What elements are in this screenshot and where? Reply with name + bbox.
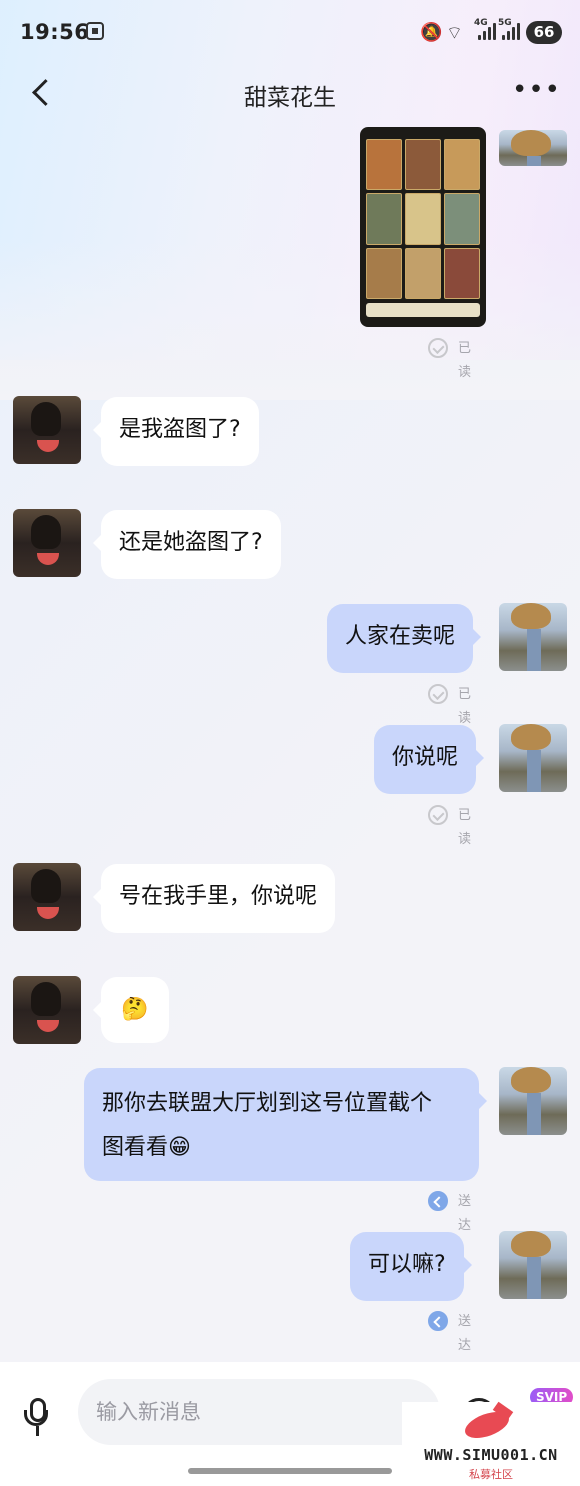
microphone-icon[interactable]	[22, 1398, 56, 1438]
thumbnail-toolbar	[366, 303, 480, 317]
game-screenshot-thumbnail	[366, 139, 480, 299]
site-watermark: WWW.SIMU001.CN 私募社区	[402, 1402, 580, 1486]
message-text: 是我盗图了?	[119, 417, 241, 442]
outgoing-message-bubble[interactable]: 你说呢	[374, 725, 485, 794]
message-input[interactable]: 输入新消息	[78, 1379, 440, 1445]
screen-scan-icon	[86, 22, 104, 40]
home-indicator[interactable]	[188, 1468, 392, 1474]
signal-5g-icon	[500, 22, 524, 40]
contact-avatar[interactable]	[13, 396, 81, 464]
watermark-caption: 私募社区	[469, 1468, 513, 1481]
more-options-icon[interactable]: •••	[512, 77, 560, 104]
signal-4g-icon	[476, 22, 500, 40]
chat-title: 甜菜花生	[244, 85, 336, 111]
gradient-fade	[0, 240, 580, 400]
read-check-icon	[428, 338, 448, 358]
my-avatar[interactable]	[499, 603, 567, 671]
message-text: 还是她盗图了?	[119, 530, 263, 555]
my-avatar[interactable]	[499, 1231, 567, 1299]
watermark-logo-icon	[464, 1406, 516, 1442]
message-text-line: 那你去联盟大厅划到这号位置截个	[102, 1091, 433, 1116]
contact-avatar[interactable]	[13, 976, 81, 1044]
wifi-icon: ⌔	[446, 23, 463, 44]
message-text-line: 图看看😁	[102, 1135, 191, 1160]
message-text: 人家在卖呢	[345, 624, 456, 649]
outgoing-message-bubble[interactable]: 人家在卖呢	[327, 604, 482, 673]
image-message[interactable]	[360, 127, 486, 327]
message-text: 你说呢	[392, 745, 459, 770]
incoming-message-bubble[interactable]: 号在我手里，你说呢	[92, 864, 336, 933]
contact-avatar[interactable]	[13, 509, 81, 577]
delivered-icon	[428, 1191, 448, 1211]
status-time: 19:56	[20, 20, 90, 44]
delivered-icon	[428, 1311, 448, 1331]
mute-icon: 🔕	[420, 22, 443, 43]
my-avatar[interactable]	[499, 724, 567, 792]
my-avatar[interactable]	[499, 130, 567, 166]
watermark-url: WWW.SIMU001.CN	[424, 1446, 558, 1464]
incoming-emoji-bubble[interactable]: 🤔	[93, 977, 169, 1043]
my-avatar[interactable]	[499, 1067, 567, 1135]
chat-header: 甜菜花生 •••	[0, 66, 580, 120]
message-text: 可以嘛?	[368, 1252, 446, 1277]
battery-level: 66	[526, 21, 562, 44]
outgoing-message-bubble[interactable]: 那你去联盟大厅划到这号位置截个 图看看😁	[84, 1068, 487, 1181]
read-check-icon	[428, 684, 448, 704]
message-text: 号在我手里，你说呢	[119, 884, 318, 909]
read-check-icon	[428, 805, 448, 825]
outgoing-message-bubble[interactable]: 可以嘛?	[350, 1232, 472, 1301]
incoming-message-bubble[interactable]: 还是她盗图了?	[93, 510, 281, 579]
status-bar: 19:56 🔕 ⌔ 4G 5G 66	[0, 0, 580, 66]
thinking-emoji-icon: 🤔	[121, 997, 149, 1022]
incoming-message-bubble[interactable]: 是我盗图了?	[93, 397, 259, 466]
contact-avatar[interactable]	[13, 863, 81, 931]
